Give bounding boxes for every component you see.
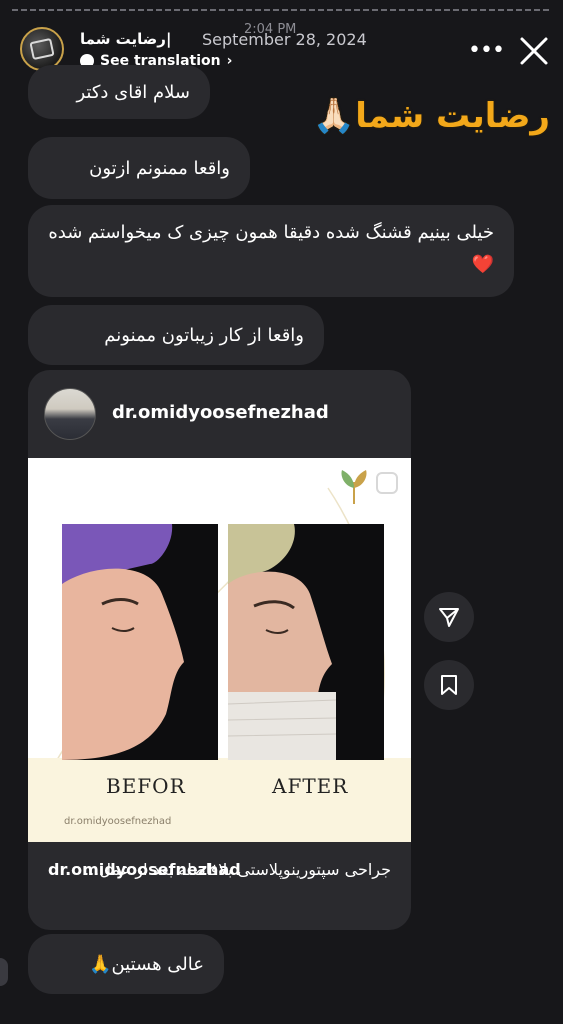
avatar-logo: [29, 37, 55, 61]
before-photo: [62, 524, 218, 760]
message-bubble: سلام اقای دکتر: [28, 65, 210, 119]
after-label: AFTER: [272, 774, 349, 798]
chevron-right-icon: ›: [226, 53, 233, 69]
message-text: سلام اقای دکتر: [76, 81, 190, 103]
clinic-logo-icon: [341, 470, 367, 504]
message-text: عالی هستین🙏: [89, 953, 204, 975]
after-photo: [228, 524, 384, 760]
caption-username: dr.omidyoosefnezhad: [48, 860, 241, 879]
after-face-illustration: [228, 524, 384, 760]
share-button[interactable]: [424, 592, 474, 642]
message-bubble: واقعا ممنونم ازتون: [28, 137, 250, 199]
message-bubble: عالی هستین🙏: [28, 934, 224, 994]
message-bubble: واقعا از کار زیباتون ممنونم: [28, 305, 324, 365]
frame-icon: [376, 472, 398, 494]
post-author-username: dr.omidyoosefnezhad: [112, 402, 329, 423]
close-icon[interactable]: [516, 33, 552, 69]
post-date: September 28, 2024: [202, 30, 367, 49]
before-label: BEFOR: [106, 774, 186, 798]
message-text: واقعا ممنونم ازتون: [89, 157, 230, 179]
bookmark-icon: [441, 675, 457, 695]
more-icon[interactable]: •••: [468, 38, 505, 63]
before-face-illustration: [62, 524, 218, 760]
message-text: خیلی بینیم قشنگ شده دقیقا همون چیزی ک می…: [48, 222, 494, 275]
post-watermark: dr.omidyoosefnezhad: [64, 816, 172, 827]
user-name[interactable]: رضایت شما|: [80, 30, 171, 48]
shared-post-header[interactable]: dr.omidyoosefnezhad: [28, 370, 411, 458]
save-button[interactable]: [424, 660, 474, 710]
message-bubble: خیلی بینیم قشنگ شده دقیقا همون چیزی ک می…: [28, 205, 514, 297]
story-progress-bar: [12, 9, 551, 11]
story-sticker-text: رضایت شما🙏🏻: [312, 96, 550, 136]
post-author-avatar: [44, 388, 96, 440]
post-caption: جراحی سپتورینوپلاستی بلافاصله بعد از عمل…: [28, 842, 411, 930]
post-image[interactable]: BEFOR AFTER dr.omidyoosefnezhad: [28, 458, 411, 842]
reply-avatar-edge: [0, 958, 8, 986]
message-text: واقعا از کار زیباتون ممنونم: [104, 324, 304, 346]
shared-post-card[interactable]: dr.omidyoosefnezhad BEFOR AFTER dr.omidy…: [28, 370, 411, 930]
share-icon: [439, 608, 459, 627]
